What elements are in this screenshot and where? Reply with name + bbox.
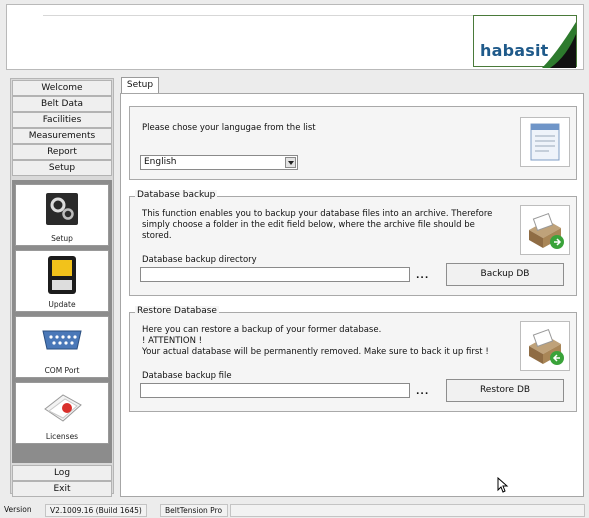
backup-db-button[interactable]: Backup DB	[446, 263, 564, 286]
version-value: V2.1009.16 (Build 1645)	[45, 504, 147, 517]
tab-setup[interactable]: Setup	[121, 77, 159, 94]
tile-licenses-label: Licenses	[45, 432, 79, 441]
version-label: Version	[4, 505, 32, 514]
nav-report[interactable]: Report	[12, 144, 112, 160]
backup-field-label: Database backup directory	[142, 255, 257, 265]
language-selected-value: English	[144, 157, 177, 167]
backup-directory-input[interactable]	[140, 267, 410, 282]
nav-welcome[interactable]: Welcome	[12, 80, 112, 96]
language-select[interactable]: English	[140, 155, 298, 170]
document-icon	[520, 117, 570, 167]
app-window: habasit Welcome Belt Data Facilities Mea…	[0, 0, 589, 518]
tile-update[interactable]: Update	[15, 250, 109, 312]
backup-group: Database backup This function enables yo…	[129, 190, 577, 296]
nav-measurements[interactable]: Measurements	[12, 128, 112, 144]
restore-field-label: Database backup file	[142, 371, 232, 381]
header-rule	[43, 15, 475, 16]
restore-browse-button[interactable]: ...	[416, 387, 429, 397]
serial-port-icon	[39, 327, 85, 356]
product-name: BeltTension Pro	[160, 504, 228, 517]
header-banner: habasit	[6, 4, 584, 70]
tile-com-port-label: COM Port	[44, 366, 80, 375]
left-navigation: Welcome Belt Data Facilities Measurement…	[10, 78, 114, 497]
restore-group: Restore Database Here you can restore a …	[129, 306, 577, 412]
tile-setup[interactable]: Setup	[15, 184, 109, 246]
nav-exit[interactable]: Exit	[12, 481, 112, 497]
restore-description-2: ! ATTENTION !	[142, 336, 203, 346]
gears-icon	[44, 191, 80, 230]
setup-tiles-panel: Setup Update COM Port Licenses	[12, 180, 112, 463]
tile-setup-label: Setup	[51, 234, 73, 243]
logo-swoosh-icon	[542, 22, 576, 68]
tile-update-label: Update	[48, 300, 76, 309]
restore-db-button[interactable]: Restore DB	[446, 379, 564, 402]
status-empty-pane	[230, 504, 585, 517]
chevron-down-icon[interactable]	[285, 157, 296, 168]
backup-browse-button[interactable]: ...	[416, 271, 429, 281]
restore-title: Restore Database	[135, 306, 219, 316]
tile-com-port[interactable]: COM Port	[15, 316, 109, 378]
language-prompt: Please chose your langugae from the list	[142, 123, 316, 133]
backup-title: Database backup	[135, 190, 218, 200]
archive-backup-icon	[520, 205, 570, 255]
habasit-logo: habasit	[473, 15, 577, 68]
nav-belt-data[interactable]: Belt Data	[12, 96, 112, 112]
mouse-cursor-icon	[497, 477, 509, 493]
backup-description-1: This function enables you to backup your…	[142, 209, 493, 219]
nav-setup[interactable]: Setup	[12, 160, 112, 176]
archive-restore-icon	[520, 321, 570, 371]
certificate-icon	[39, 391, 85, 428]
language-group: Please chose your langugae from the list…	[129, 106, 577, 180]
restore-file-input[interactable]	[140, 383, 410, 398]
nav-log[interactable]: Log	[12, 465, 112, 481]
backup-description-2: simply choose a folder in the edit field…	[142, 220, 475, 230]
nav-facilities[interactable]: Facilities	[12, 112, 112, 128]
setup-content-panel: Please chose your langugae from the list…	[120, 93, 584, 497]
status-bar: Version V2.1009.16 (Build 1645) BeltTens…	[0, 502, 589, 518]
tile-licenses[interactable]: Licenses	[15, 382, 109, 444]
backup-description-3: stored.	[142, 231, 172, 241]
restore-description-3: Your actual database will be permanently…	[142, 347, 489, 357]
memory-card-icon	[46, 254, 78, 299]
restore-description-1: Here you can restore a backup of your fo…	[142, 325, 382, 335]
